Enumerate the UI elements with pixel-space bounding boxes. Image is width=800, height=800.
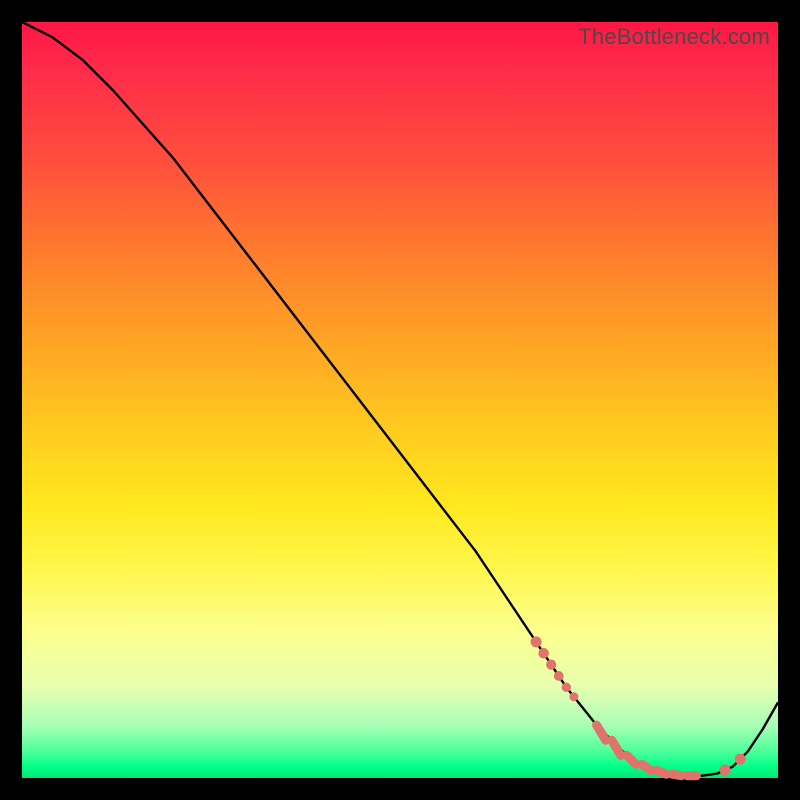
marker-dot (546, 660, 556, 670)
chart-svg (22, 22, 778, 778)
marker-dot (720, 765, 731, 776)
curve-line (22, 22, 778, 776)
marker-dot (531, 636, 542, 647)
highlight-markers (531, 636, 746, 775)
marker-dot (735, 754, 746, 765)
marker-dot (554, 671, 564, 681)
marker-dot (538, 648, 549, 659)
marker-dash (612, 740, 621, 755)
marker-dash (657, 770, 666, 774)
marker-dot (562, 683, 571, 692)
marker-dash (627, 755, 636, 764)
marker-dash (597, 725, 606, 740)
marker-dot (569, 692, 578, 701)
chart-frame: TheBottleneck.com (0, 0, 800, 800)
marker-dash (672, 774, 681, 776)
marker-dash (642, 764, 651, 770)
chart-plot-area: TheBottleneck.com (22, 22, 778, 778)
